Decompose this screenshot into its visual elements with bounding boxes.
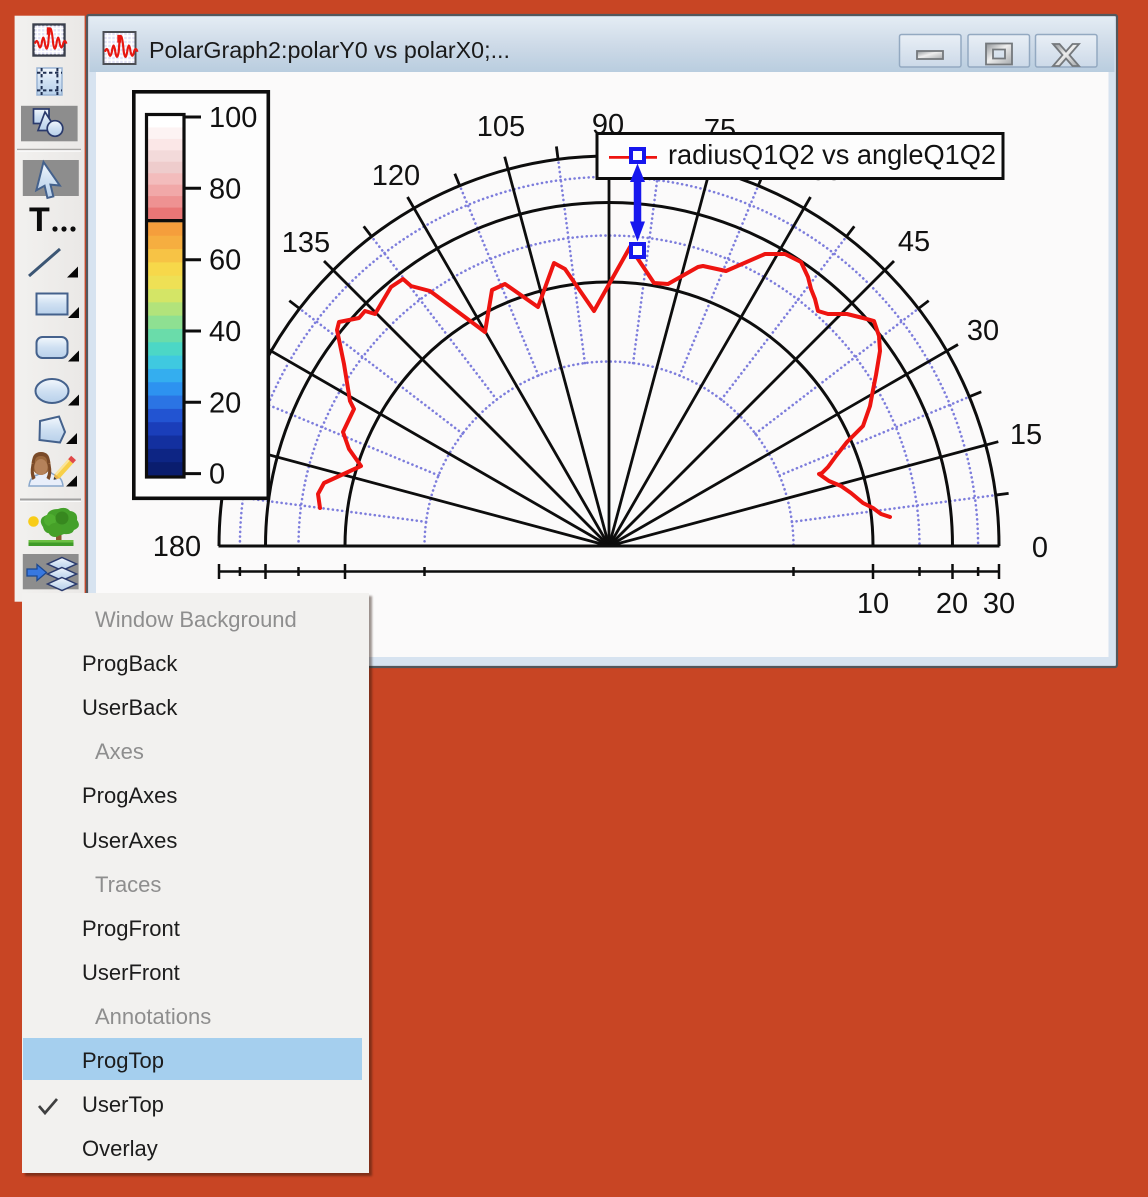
- svg-text:T: T: [29, 201, 50, 239]
- svg-text:30: 30: [967, 315, 999, 347]
- svg-text:20: 20: [936, 588, 968, 620]
- svg-text:0: 0: [209, 459, 225, 491]
- svg-text:10: 10: [857, 588, 889, 620]
- svg-text:100: 100: [209, 102, 257, 134]
- svg-text:15: 15: [1010, 419, 1042, 451]
- svg-text:180: 180: [153, 531, 201, 563]
- svg-text:radiusQ1Q2 vs angleQ1Q2: radiusQ1Q2 vs angleQ1Q2: [668, 139, 996, 170]
- svg-text:60: 60: [209, 245, 241, 277]
- svg-text:30: 30: [983, 588, 1015, 620]
- svg-text:120: 120: [372, 160, 420, 192]
- svg-text:PolarGraph2:polarY0 vs polarX0: PolarGraph2:polarY0 vs polarX0;...: [149, 37, 510, 63]
- svg-text:45: 45: [898, 226, 930, 258]
- svg-text:40: 40: [209, 316, 241, 348]
- svg-text:135: 135: [282, 227, 330, 259]
- svg-text:20: 20: [209, 387, 241, 419]
- svg-text:80: 80: [209, 173, 241, 205]
- svg-text:0: 0: [1032, 532, 1048, 564]
- svg-text:105: 105: [477, 111, 525, 143]
